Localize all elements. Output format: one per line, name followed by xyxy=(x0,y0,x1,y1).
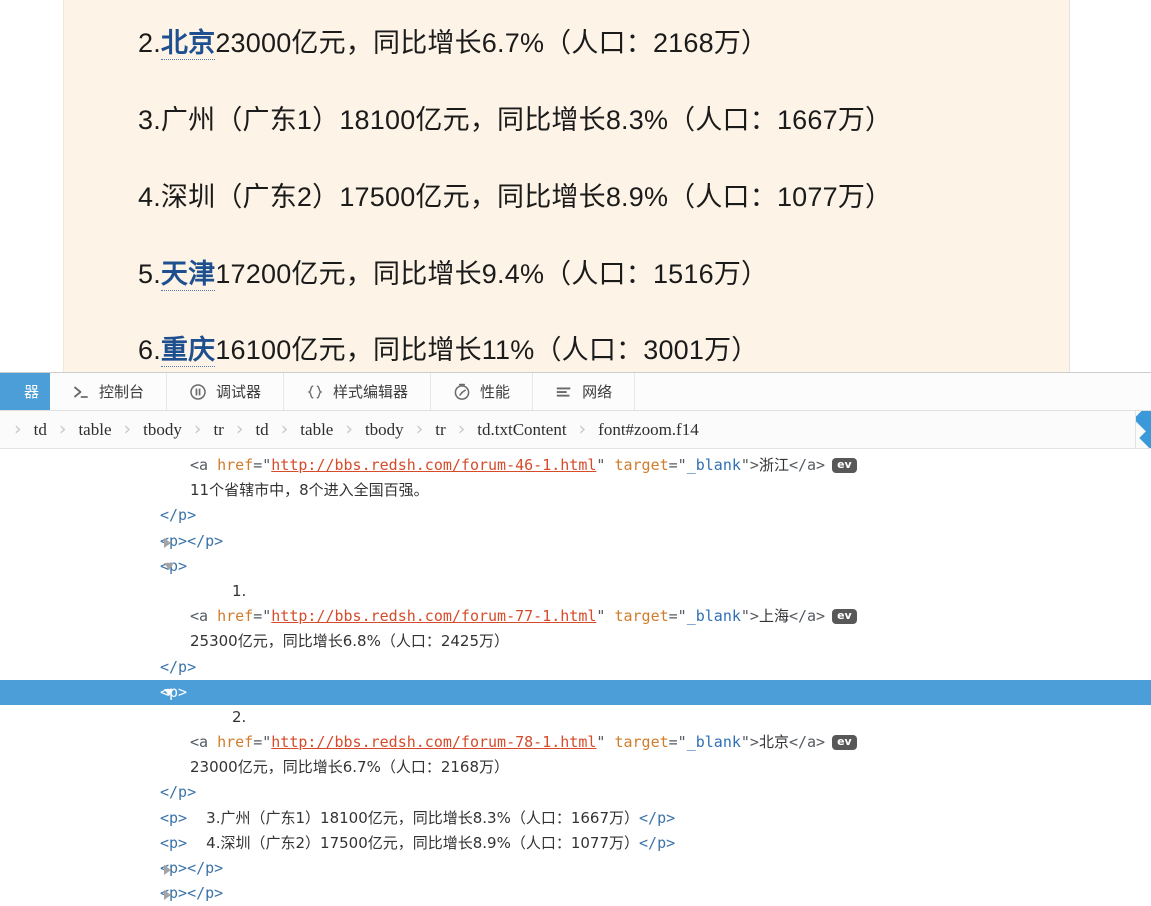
article-line-number: 2. xyxy=(138,28,161,58)
console-prompt-icon xyxy=(72,383,90,401)
markup-text-node: 3.广州（广东1）18100亿元，同比增长8.3%（人口：1667万） xyxy=(187,808,640,827)
article-line-4: 4.深圳（广东2）17500亿元，同比增长8.9%（人口：1077万） xyxy=(138,182,893,213)
article-line-3: 3.广州（广东1）18100亿元，同比增长8.3%（人口：1667万） xyxy=(138,105,893,136)
markup-row[interactable]: <p> 3.广州（广东1）18100亿元，同比增长8.3%（人口：1667万）<… xyxy=(0,806,1151,831)
article-city-link[interactable]: 天津 xyxy=(160,259,216,291)
markup-row[interactable]: <p> 4.深圳（广东2）17500亿元，同比增长8.9%（人口：1077万）<… xyxy=(0,831,1151,856)
markup-row[interactable]: 23000亿元，同比增长6.7%（人口：2168万） xyxy=(0,755,1151,780)
markup-text-node: 4.深圳（广东2）17500亿元，同比增长8.9%（人口：1077万） xyxy=(187,833,640,852)
article-line-text: 深圳（广东2）17500亿元，同比增长8.9%（人口：1077万） xyxy=(160,182,893,212)
markup-text-node: 浙江 xyxy=(758,456,789,474)
event-listener-badge[interactable]: ev xyxy=(832,735,857,751)
article-line-number: 6. xyxy=(138,335,161,365)
breadcrumb-item[interactable]: tr xyxy=(213,420,223,440)
markup-row[interactable]: <p></p> xyxy=(0,881,1151,906)
webpage-content-region: 2.北京23000亿元，同比增长6.7%（人口：2168万） 3.广州（广东1）… xyxy=(0,0,1151,372)
markup-text-node: 11个省辖市中，8个进入全国百强。 xyxy=(190,481,429,500)
markup-row[interactable]: </p> xyxy=(0,503,1151,528)
article-line-text: 16100亿元，同比增长11%（人口：3001万） xyxy=(215,335,759,365)
article-city-link[interactable]: 北京 xyxy=(160,28,216,60)
article-line-text: 广州（广东1）18100亿元，同比增长8.3%（人口：1667万） xyxy=(160,105,893,135)
markup-row[interactable]: 2. xyxy=(0,705,1151,730)
breadcrumb-item[interactable]: tbody xyxy=(365,420,404,440)
breadcrumb-item[interactable]: table xyxy=(300,420,333,440)
markup-row[interactable]: </p> xyxy=(0,780,1151,805)
twisty-expanded-icon[interactable] xyxy=(164,562,174,570)
breadcrumb[interactable]: › td › table › tbody › tr › td › table › tbody › tr › td.… xyxy=(0,411,1151,449)
devtools-tab-debugger-pause[interactable]: 调试器 xyxy=(167,373,285,410)
chevron-right-icon: › xyxy=(58,417,67,440)
article-line-text: 17200亿元，同比增长9.4%（人口：1516万） xyxy=(215,259,769,289)
chevron-right-icon: › xyxy=(415,417,424,440)
event-listener-badge[interactable]: ev xyxy=(832,609,857,625)
markup-row[interactable]: 1. xyxy=(0,579,1151,604)
markup-text-node: 北京 xyxy=(758,733,789,752)
devtools-tab-label: 网络 xyxy=(582,384,613,401)
chevron-right-icon: › xyxy=(123,417,132,440)
markup-row[interactable]: 11个省辖市中，8个进入全国百强。 xyxy=(0,478,1151,503)
markup-text-node: 25300亿元，同比增长6.8%（人口：2425万） xyxy=(190,632,510,651)
devtools-toolbar: 器 控制台 调试器 样式编辑器 性能 网络 xyxy=(0,373,1151,411)
chevron-right-icon: › xyxy=(578,417,587,440)
devtools-tab-performance-stopwatch[interactable]: 性能 xyxy=(431,373,534,410)
article-line-text: 23000亿元，同比增长6.7%（人口：2168万） xyxy=(215,28,769,58)
twisty-expanded-icon[interactable] xyxy=(164,688,174,696)
devtools-tab-inspector[interactable]: 器 xyxy=(0,373,50,410)
breadcrumb-item[interactable]: table xyxy=(78,420,111,440)
markup-row[interactable]: <a href="http://bbs.redsh.com/forum-46-1… xyxy=(0,453,1151,478)
article-line-number: 3. xyxy=(138,105,161,135)
chevron-right-icon: › xyxy=(457,417,466,440)
devtools-tab-style-editor-braces[interactable]: 样式编辑器 xyxy=(284,373,432,410)
chevron-right-icon: › xyxy=(345,417,353,440)
chevron-right-icon: › xyxy=(280,417,289,440)
chevron-right-icon: › xyxy=(193,417,202,440)
devtools-tab-network-bars[interactable]: 网络 xyxy=(533,373,636,410)
devtools-tab-console-prompt[interactable]: 控制台 xyxy=(50,373,168,410)
twisty-collapsed-icon[interactable] xyxy=(164,537,171,548)
article-line-5: 5.天津17200亿元，同比增长9.4%（人口：1516万） xyxy=(138,259,769,291)
performance-stopwatch-icon xyxy=(453,383,471,401)
markup-row[interactable]: <p> xyxy=(0,679,1151,705)
markup-row[interactable]: <a href="http://bbs.redsh.com/forum-78-1… xyxy=(0,730,1151,755)
network-bars-icon xyxy=(555,383,573,401)
breadcrumb-item[interactable]: td.txtContent xyxy=(477,420,566,440)
article-city-link[interactable]: 重庆 xyxy=(160,335,216,367)
markup-row[interactable]: <p></p> xyxy=(0,856,1151,881)
style-editor-braces-icon xyxy=(306,383,324,401)
breadcrumb-item[interactable]: tbody xyxy=(143,420,182,440)
twisty-collapsed-icon[interactable] xyxy=(164,890,171,901)
markup-text-node: 1. xyxy=(232,581,247,600)
breadcrumb-item[interactable]: tr xyxy=(435,420,445,440)
devtools-tab-label: 性能 xyxy=(480,384,511,401)
breadcrumb-item[interactable]: font#zoom.f14 xyxy=(598,420,699,440)
markup-row[interactable]: </p> xyxy=(0,655,1151,680)
chevron-right-icon: › xyxy=(235,417,244,440)
event-listener-badge[interactable]: ev xyxy=(832,458,857,474)
markup-row[interactable]: <p> xyxy=(0,554,1151,579)
article-line-number: 5. xyxy=(138,259,161,289)
devtools-panel: 器 控制台 调试器 样式编辑器 性能 网络 › td › table › tbody › tr › td › t… xyxy=(0,372,1151,906)
markup-view[interactable]: <a href="http://bbs.redsh.com/forum-46-1… xyxy=(0,449,1151,906)
devtools-tab-label: 样式编辑器 xyxy=(333,384,409,401)
breadcrumb-item[interactable]: td xyxy=(34,420,47,440)
webpage-article-body: 2.北京23000亿元，同比增长6.7%（人口：2168万） 3.广州（广东1）… xyxy=(63,0,1070,372)
devtools-tab-label: 控制台 xyxy=(99,384,145,401)
twisty-collapsed-icon[interactable] xyxy=(164,865,171,875)
debugger-pause-icon xyxy=(189,383,207,401)
devtools-tab-label: 器 xyxy=(23,384,39,401)
devtools-tab-label: 调试器 xyxy=(216,384,262,401)
toolbar-filler xyxy=(635,373,1151,410)
article-line-6: 6.重庆16100亿元，同比增长11%（人口：3001万） xyxy=(138,335,759,367)
markup-row[interactable]: <p></p> xyxy=(0,529,1151,554)
markup-row[interactable]: 25300亿元，同比增长6.8%（人口：2425万） xyxy=(0,629,1151,654)
markup-text-node: 23000亿元，同比增长6.7%（人口：2168万） xyxy=(190,758,510,777)
markup-row[interactable]: <a href="http://bbs.redsh.com/forum-77-1… xyxy=(0,604,1151,629)
panel-resize-handle[interactable] xyxy=(1135,411,1151,448)
markup-text-node: 2. xyxy=(232,707,247,726)
article-line-2: 2.北京23000亿元，同比增长6.7%（人口：2168万） xyxy=(138,28,769,60)
markup-text-node: 上海 xyxy=(758,607,789,626)
article-line-number: 4. xyxy=(138,182,161,212)
chevron-right-icon: › xyxy=(14,417,22,440)
breadcrumb-item[interactable]: td xyxy=(255,420,268,440)
